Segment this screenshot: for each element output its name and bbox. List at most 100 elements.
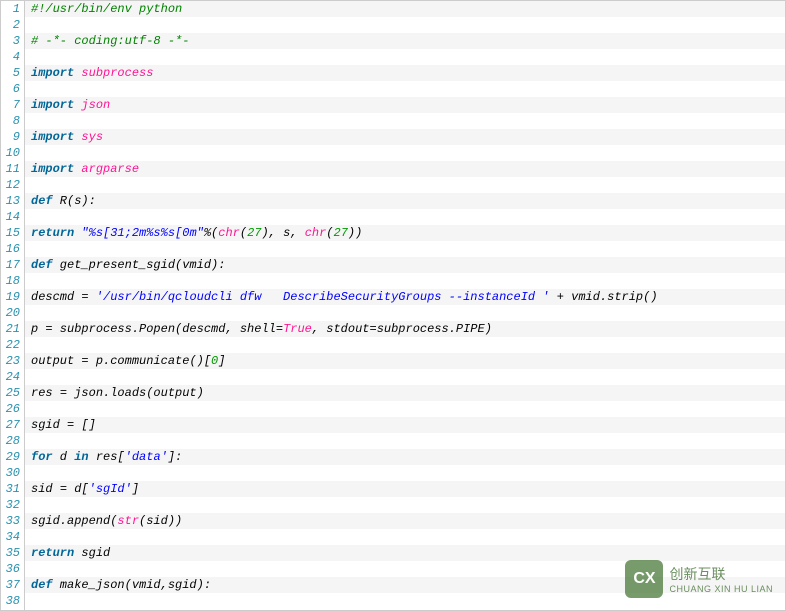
code-token: chr xyxy=(218,226,240,240)
code-token: ]: xyxy=(168,450,182,464)
code-line: import sys xyxy=(25,129,785,145)
code-token: import xyxy=(31,98,74,112)
line-number: 33 xyxy=(1,513,24,529)
line-number: 18 xyxy=(1,273,24,289)
code-token: subprocess.Popen(descmd, shell xyxy=(53,322,276,336)
code-token: sgid xyxy=(74,546,110,560)
code-area: #!/usr/bin/env python # -*- coding:utf-8 … xyxy=(25,1,785,610)
line-number: 2 xyxy=(1,17,24,33)
line-number: 13 xyxy=(1,193,24,209)
code-line: #!/usr/bin/env python xyxy=(25,1,785,17)
watermark-en: CHUANG XIN HU LIAN xyxy=(669,584,773,594)
code-token: = xyxy=(276,322,283,336)
line-number: 23 xyxy=(1,353,24,369)
line-number: 8 xyxy=(1,113,24,129)
line-number: 29 xyxy=(1,449,24,465)
code-token: p xyxy=(31,322,45,336)
line-number: 1 xyxy=(1,1,24,17)
code-token: 27 xyxy=(247,226,261,240)
code-token: import xyxy=(31,130,74,144)
code-token: def xyxy=(31,194,53,208)
code-line xyxy=(25,497,785,513)
code-line xyxy=(25,369,785,385)
code-token: = xyxy=(81,290,88,304)
code-line: # -*- coding:utf-8 -*- xyxy=(25,33,785,49)
line-number: 14 xyxy=(1,209,24,225)
line-number: 21 xyxy=(1,321,24,337)
code-line xyxy=(25,17,785,33)
code-line xyxy=(25,465,785,481)
code-line: res = json.loads(output) xyxy=(25,385,785,401)
code-token: sid xyxy=(31,482,60,496)
code-token: ( xyxy=(326,226,333,240)
line-number: 6 xyxy=(1,81,24,97)
code-line: descmd = '/usr/bin/qcloudcli dfw Describ… xyxy=(25,289,785,305)
code-token: d[ xyxy=(67,482,89,496)
code-line xyxy=(25,273,785,289)
code-token: str xyxy=(117,514,139,528)
line-number: 30 xyxy=(1,465,24,481)
code-token: return xyxy=(31,226,74,240)
code-token xyxy=(550,290,557,304)
code-line: p = subprocess.Popen(descmd, shell=True,… xyxy=(25,321,785,337)
code-token: import xyxy=(31,66,74,80)
line-number: 9 xyxy=(1,129,24,145)
line-number: 3 xyxy=(1,33,24,49)
line-number-gutter: 1234567891011121314151617181920212223242… xyxy=(1,1,25,610)
line-number: 7 xyxy=(1,97,24,113)
line-number: 37 xyxy=(1,577,24,593)
code-line: sid = d['sgId'] xyxy=(25,481,785,497)
code-token: (sid)) xyxy=(139,514,182,528)
line-number: 11 xyxy=(1,161,24,177)
code-line xyxy=(25,177,785,193)
line-number: 24 xyxy=(1,369,24,385)
code-line: import subprocess xyxy=(25,65,785,81)
code-token: sgid xyxy=(31,418,67,432)
code-token xyxy=(89,290,96,304)
code-token: def xyxy=(31,258,53,272)
code-token: )) xyxy=(348,226,362,240)
code-token: res[ xyxy=(89,450,125,464)
code-token: = xyxy=(60,386,67,400)
line-number: 10 xyxy=(1,145,24,161)
code-token: = xyxy=(45,322,52,336)
code-line xyxy=(25,209,785,225)
code-token: ] xyxy=(132,482,139,496)
line-number: 31 xyxy=(1,481,24,497)
code-line: output = p.communicate()[0] xyxy=(25,353,785,369)
line-number: 34 xyxy=(1,529,24,545)
code-token: subprocess xyxy=(81,66,153,80)
line-number: 17 xyxy=(1,257,24,273)
code-token: = xyxy=(60,482,67,496)
code-token: ] xyxy=(218,354,225,368)
watermark-logo: CX xyxy=(625,560,663,598)
code-token: sys xyxy=(81,130,103,144)
code-token: json xyxy=(81,98,110,112)
line-number: 28 xyxy=(1,433,24,449)
code-token: chr xyxy=(305,226,327,240)
line-number: 4 xyxy=(1,49,24,65)
line-number: 26 xyxy=(1,401,24,417)
code-line xyxy=(25,401,785,417)
code-token: subprocess.PIPE) xyxy=(377,322,492,336)
code-line xyxy=(25,241,785,257)
code-line xyxy=(25,49,785,65)
code-token: def xyxy=(31,578,53,592)
watermark: CX 创新互联 CHUANG XIN HU LIAN xyxy=(625,560,773,598)
code-token: 'sgId' xyxy=(89,482,132,496)
code-token: sgid.append( xyxy=(31,514,117,528)
code-token: # -*- coding:utf-8 -*- xyxy=(31,34,189,48)
line-number: 16 xyxy=(1,241,24,257)
code-line xyxy=(25,145,785,161)
code-token: p.communicate()[ xyxy=(89,354,211,368)
line-number: 35 xyxy=(1,545,24,561)
code-token: 'data' xyxy=(125,450,168,464)
watermark-text: 创新互联 CHUANG XIN HU LIAN xyxy=(669,564,773,594)
code-line: sgid.append(str(sid)) xyxy=(25,513,785,529)
code-token: for xyxy=(31,450,53,464)
code-token: res xyxy=(31,386,60,400)
code-token: return xyxy=(31,546,74,560)
line-number: 15 xyxy=(1,225,24,241)
line-number: 27 xyxy=(1,417,24,433)
code-line: def R(s): xyxy=(25,193,785,209)
